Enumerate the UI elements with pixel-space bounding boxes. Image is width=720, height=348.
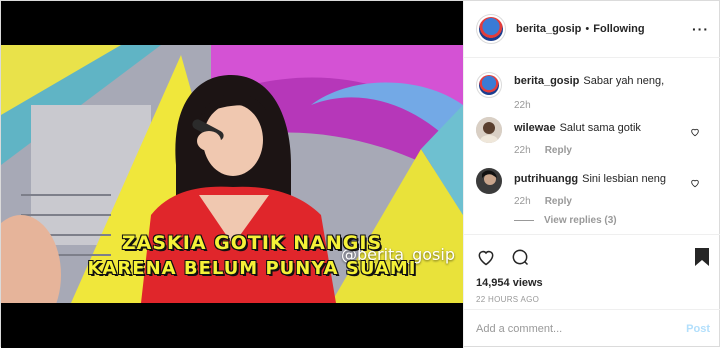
post-timestamp[interactable]: 22 HOURS AGO — [476, 295, 710, 304]
reply-button[interactable]: Reply — [545, 145, 572, 156]
header-separator: • — [585, 23, 590, 35]
like-heart-icon[interactable] — [690, 127, 700, 137]
video-player[interactable]: @berita_gosip ZASKIA GOTIK NANGIS KARENA… — [1, 45, 463, 303]
more-horizontal-icon[interactable]: ··· — [692, 21, 709, 37]
comment-icon[interactable] — [510, 247, 530, 267]
media-area[interactable]: @berita_gosip ZASKIA GOTIK NANGIS KARENA… — [1, 1, 463, 348]
add-comment-input[interactable] — [476, 323, 687, 335]
caption-comment: berita_gosip Sabar yah neng, 22h — [476, 72, 710, 111]
comment-text: Sini lesbian neng — [582, 173, 666, 185]
comment-username[interactable]: putrihuangg — [514, 173, 578, 185]
comment-time[interactable]: 22h — [514, 196, 531, 207]
video-caption-line-1: ZASKIA GOTIK NANGIS — [121, 232, 383, 254]
comment-username[interactable]: wilewae — [514, 122, 556, 134]
view-replies-button[interactable]: View replies (3) — [514, 215, 710, 226]
view-replies-line — [514, 220, 534, 221]
comment-username[interactable]: berita_gosip — [514, 75, 579, 87]
comment-item: wilewae Salut sama gotik 22h Reply — [476, 117, 710, 156]
comment-avatar[interactable] — [476, 168, 502, 194]
follow-status-button[interactable]: Following — [593, 23, 644, 35]
comments-list[interactable]: berita_gosip Sabar yah neng, 22h wilewae S… — [464, 58, 720, 234]
post-header: berita_gosip • Following ··· — [464, 1, 720, 58]
comment-avatar[interactable] — [476, 72, 502, 98]
video-caption-line-2: KARENA BELUM PUNYA SUAMI — [87, 258, 417, 279]
comment-time[interactable]: 22h — [514, 100, 531, 111]
reply-button[interactable]: Reply — [545, 196, 572, 207]
post-actions: 14,954 views 22 HOURS AGO — [464, 234, 720, 304]
author-avatar[interactable] — [476, 14, 506, 44]
comment-text: Sabar yah neng, — [583, 75, 665, 87]
comment-avatar[interactable] — [476, 117, 502, 143]
post-side-panel: berita_gosip • Following ··· berita_gosi… — [463, 1, 720, 348]
heart-icon[interactable] — [476, 247, 496, 267]
view-replies-label: View replies (3) — [544, 215, 617, 226]
post-comment-button[interactable]: Post — [686, 323, 710, 335]
like-heart-icon[interactable] — [690, 178, 700, 188]
post-modal: @berita_gosip ZASKIA GOTIK NANGIS KARENA… — [0, 0, 720, 348]
comment-item: putrihuangg Sini lesbian neng 22h Reply — [476, 168, 710, 207]
bookmark-icon[interactable] — [694, 247, 710, 267]
add-comment-bar: Post — [464, 309, 720, 348]
comment-text: Salut sama gotik — [559, 122, 641, 134]
author-username[interactable]: berita_gosip — [516, 23, 581, 35]
view-count[interactable]: 14,954 views — [476, 277, 710, 289]
comment-time[interactable]: 22h — [514, 145, 531, 156]
